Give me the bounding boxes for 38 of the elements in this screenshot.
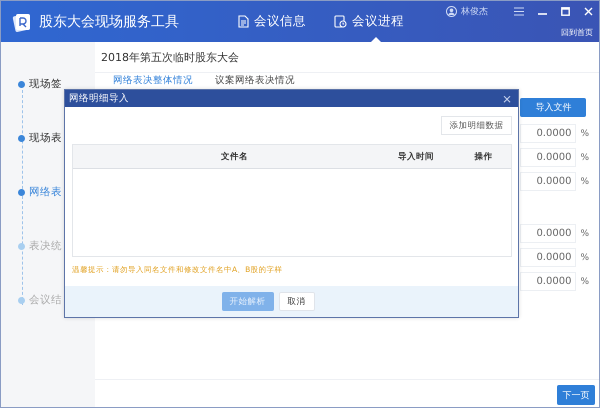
cancel-button[interactable]: 取消 [278,292,314,311]
value-field[interactable]: 0.0000 [520,248,576,267]
percent-unit: % [580,228,589,238]
dialog-title: 网络明细导入 [69,92,129,105]
close-icon[interactable] [584,7,593,16]
column-header: 操作 [473,150,494,162]
step-label[interactable]: 网络表 [29,185,62,199]
tab[interactable]: 网络表决整体情况 [113,76,193,86]
next-page-button[interactable]: 下一页 [557,385,595,405]
percent-unit: % [580,176,589,186]
document-icon [237,15,249,28]
nav-tab[interactable]: 会议信息 [237,1,306,42]
add-detail-button[interactable]: 添加明细数据 [441,116,512,135]
percent-unit: % [580,252,589,262]
home-link[interactable]: 回到首页 [561,26,593,38]
close-button[interactable]: × [502,92,512,104]
percent-unit: % [580,128,589,138]
percent-unit: % [580,276,589,286]
maximize-icon[interactable] [561,7,570,16]
value-field[interactable]: 0.0000 [520,224,576,243]
step-label[interactable]: 现场表 [29,131,62,145]
clock-icon [334,15,347,28]
app-title: 股东大会现场服务工具 [39,12,179,30]
value-field[interactable]: 0.0000 [520,172,576,191]
value-field[interactable]: 0.0000 [520,272,576,291]
column-header: 导入时间 [397,150,435,162]
step-label[interactable]: 现场签 [29,77,62,91]
user-icon [446,6,457,18]
import-file-button[interactable]: 导入文件 [520,98,586,117]
percent-unit: % [580,152,589,162]
user-name[interactable]: 林俊杰 [461,5,488,18]
tab[interactable]: 议案网络表决情况 [215,76,295,86]
menu-icon[interactable] [514,7,524,16]
value-field[interactable]: 0.0000 [520,148,576,167]
nav-tab[interactable]: 会议进程 [334,1,404,42]
meeting-title: 2018年第五次临时股东大会 [95,42,599,73]
column-header: 文件名 [220,150,249,162]
value-field[interactable]: 0.0000 [520,124,576,143]
